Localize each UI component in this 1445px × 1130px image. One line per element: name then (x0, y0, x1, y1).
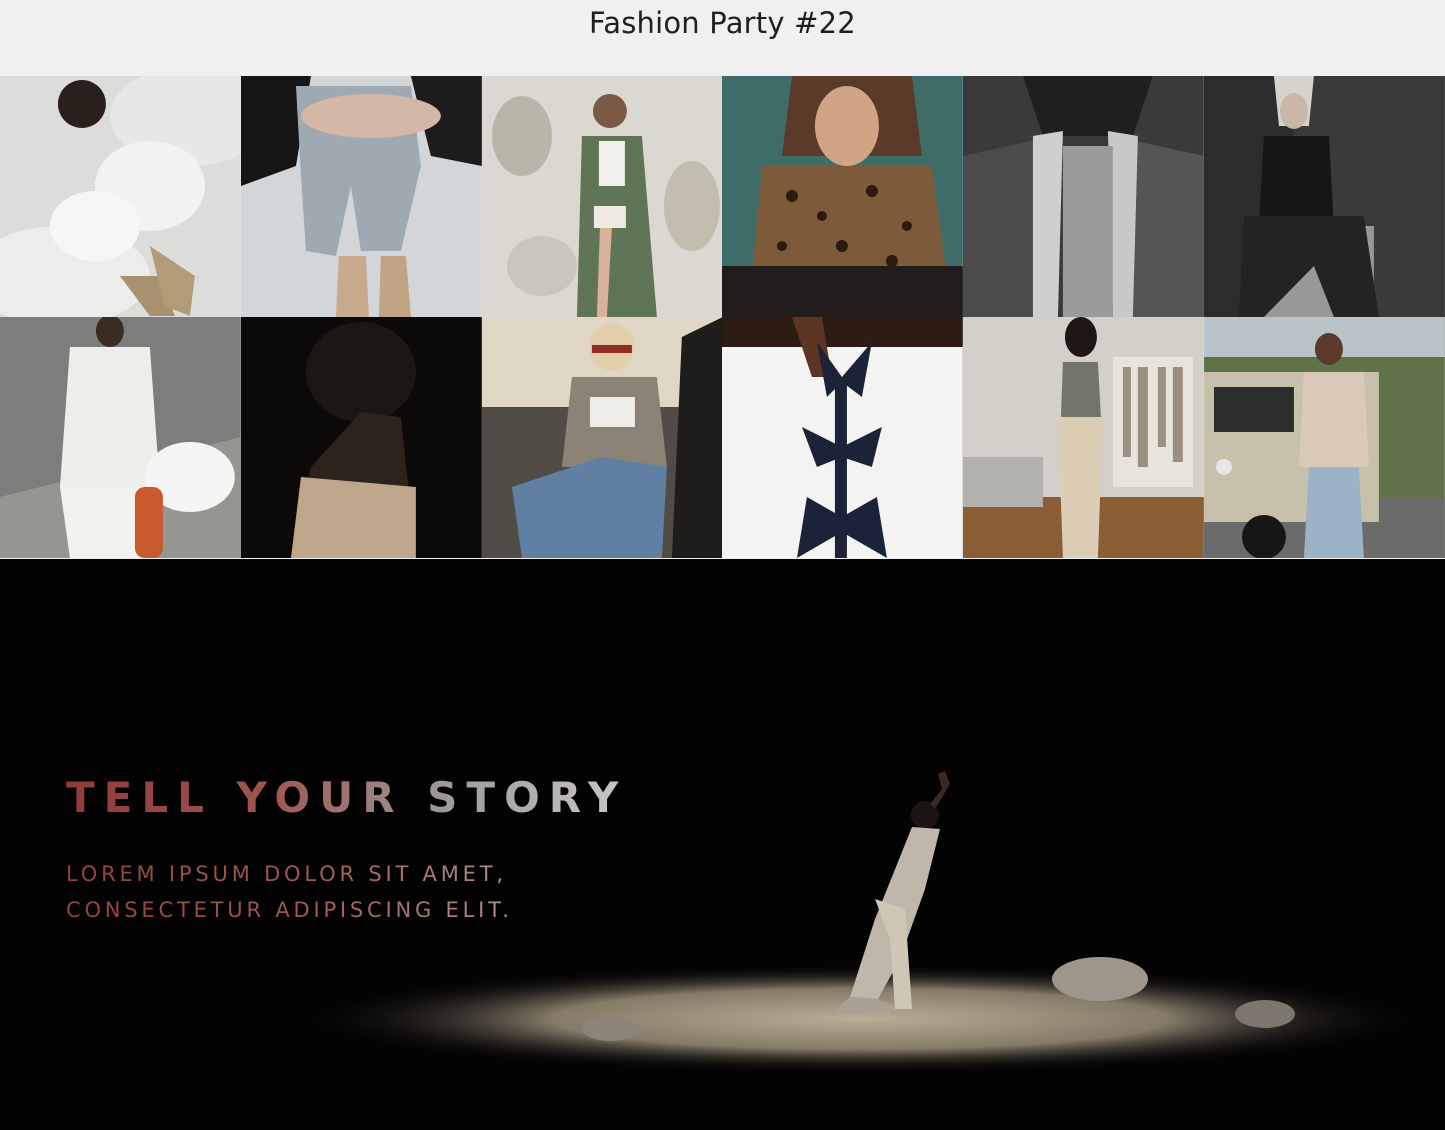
page-header: Fashion Party #22 (0, 0, 1445, 76)
photo-convertible-car[interactable] (481, 317, 723, 558)
photo-seated-bw-portrait[interactable] (1204, 76, 1445, 317)
hero-subtitle-line-1: LOREM IPSUM DOLOR SIT AMET, (66, 862, 507, 886)
photo-white-outfit-skateboard[interactable] (0, 317, 241, 558)
photo-dark-portrait-profile[interactable] (240, 317, 482, 558)
photo-ribbon-bows-back[interactable] (722, 317, 964, 558)
hero-subtitle-line-2: CONSECTETUR ADIPISCING ELIT. (66, 898, 513, 922)
photo-shearling-jacket[interactable] (963, 76, 1205, 317)
hero-title: TELL YOUR STORY (66, 773, 628, 822)
photo-jeans-snakeskin-boots[interactable] (240, 76, 482, 317)
page-title: Fashion Party #22 (589, 6, 856, 40)
hero-section: TELL YOUR STORY LOREM IPSUM DOLOR SIT AM… (0, 559, 1445, 1130)
photo-green-cardigan-wall[interactable] (481, 76, 723, 317)
photo-living-room-outfit[interactable] (963, 317, 1205, 558)
hero-text-block: TELL YOUR STORY LOREM IPSUM DOLOR SIT AM… (66, 773, 627, 928)
photo-jeep-street[interactable] (1204, 317, 1445, 558)
photo-angel-wings-clouds[interactable] (0, 76, 241, 317)
hero-subtitle: LOREM IPSUM DOLOR SIT AMET, CONSECTETUR … (66, 856, 627, 928)
photo-gallery (0, 76, 1445, 559)
photo-leopard-coat[interactable] (722, 76, 964, 317)
